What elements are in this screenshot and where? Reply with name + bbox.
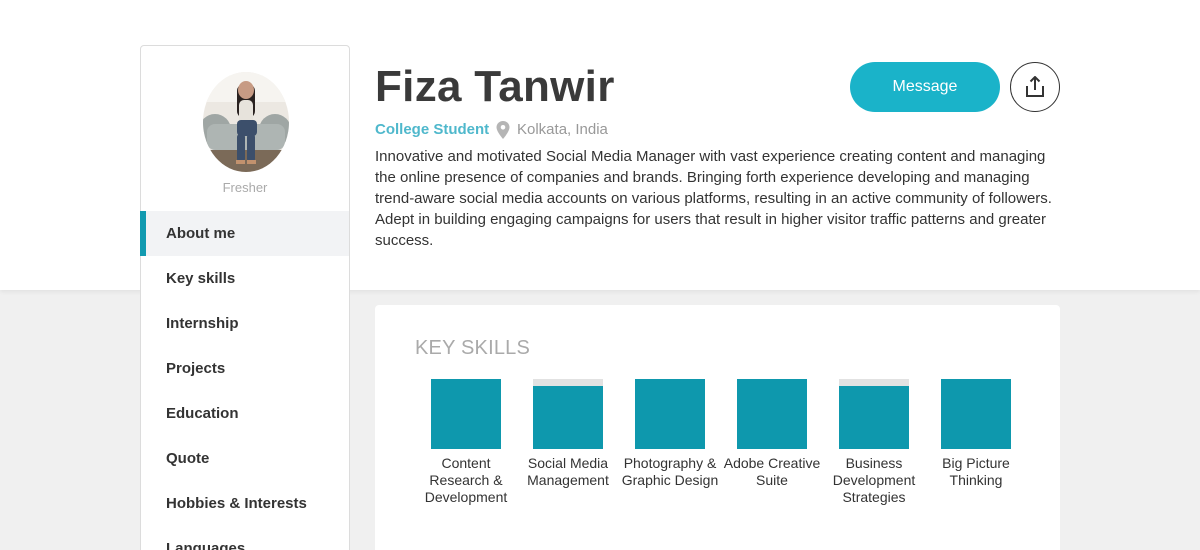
key-skills-panel: KEY SKILLS Content Research & Developmen… — [375, 305, 1060, 550]
skill-item: Big Picture Thinking — [925, 379, 1027, 506]
sidebar-item-about-me[interactable]: About me — [140, 211, 349, 256]
location-pin-icon — [496, 121, 510, 139]
sidebar-item-education[interactable]: Education — [141, 391, 349, 436]
profile-sidebar: Fresher About me Key skills Internship P… — [140, 45, 350, 550]
skill-item: Social Media Management — [517, 379, 619, 506]
skill-item: Business Development Strategies — [823, 379, 925, 506]
share-button[interactable] — [1010, 62, 1060, 112]
sidebar-item-hobbies[interactable]: Hobbies & Interests — [141, 481, 349, 526]
skills-list: Content Research & Development Social Me… — [415, 379, 1035, 506]
skill-tile — [533, 379, 603, 449]
skill-tile — [635, 379, 705, 449]
sidebar-nav: About me Key skills Internship Projects … — [140, 211, 349, 550]
message-button[interactable]: Message — [850, 62, 1000, 112]
share-upload-icon — [1026, 76, 1044, 97]
profile-role: College Student — [375, 121, 490, 138]
profile-bio: Innovative and motivated Social Media Ma… — [375, 148, 1052, 249]
skill-item: Adobe Creative Suite — [721, 379, 823, 506]
skill-tile — [431, 379, 501, 449]
skill-label: Business Development Strategies — [832, 455, 916, 505]
avatar — [203, 72, 289, 172]
sidebar-item-internship[interactable]: Internship — [141, 301, 349, 346]
skill-tile — [839, 379, 909, 449]
skill-tile — [737, 379, 807, 449]
skill-label: Adobe Creative Suite — [723, 455, 821, 488]
profile-status: Fresher — [222, 180, 268, 195]
profile-location: Kolkata, India — [517, 121, 608, 138]
sidebar-item-projects[interactable]: Projects — [141, 346, 349, 391]
sidebar-item-quote[interactable]: Quote — [141, 436, 349, 481]
skill-label: Photography & Graphic Design — [621, 455, 719, 488]
skill-label: Big Picture Thinking — [942, 455, 1010, 488]
skill-label: Social Media Management — [527, 455, 609, 488]
section-title: KEY SKILLS — [415, 337, 531, 359]
sidebar-item-languages[interactable]: Languages — [141, 526, 349, 550]
skill-label: Content Research & Development — [424, 455, 508, 505]
sidebar-item-key-skills[interactable]: Key skills — [141, 256, 349, 301]
skill-item: Content Research & Development — [415, 379, 517, 506]
profile-name: Fiza Tanwir — [375, 62, 615, 111]
skill-item: Photography & Graphic Design — [619, 379, 721, 506]
skill-tile — [941, 379, 1011, 449]
